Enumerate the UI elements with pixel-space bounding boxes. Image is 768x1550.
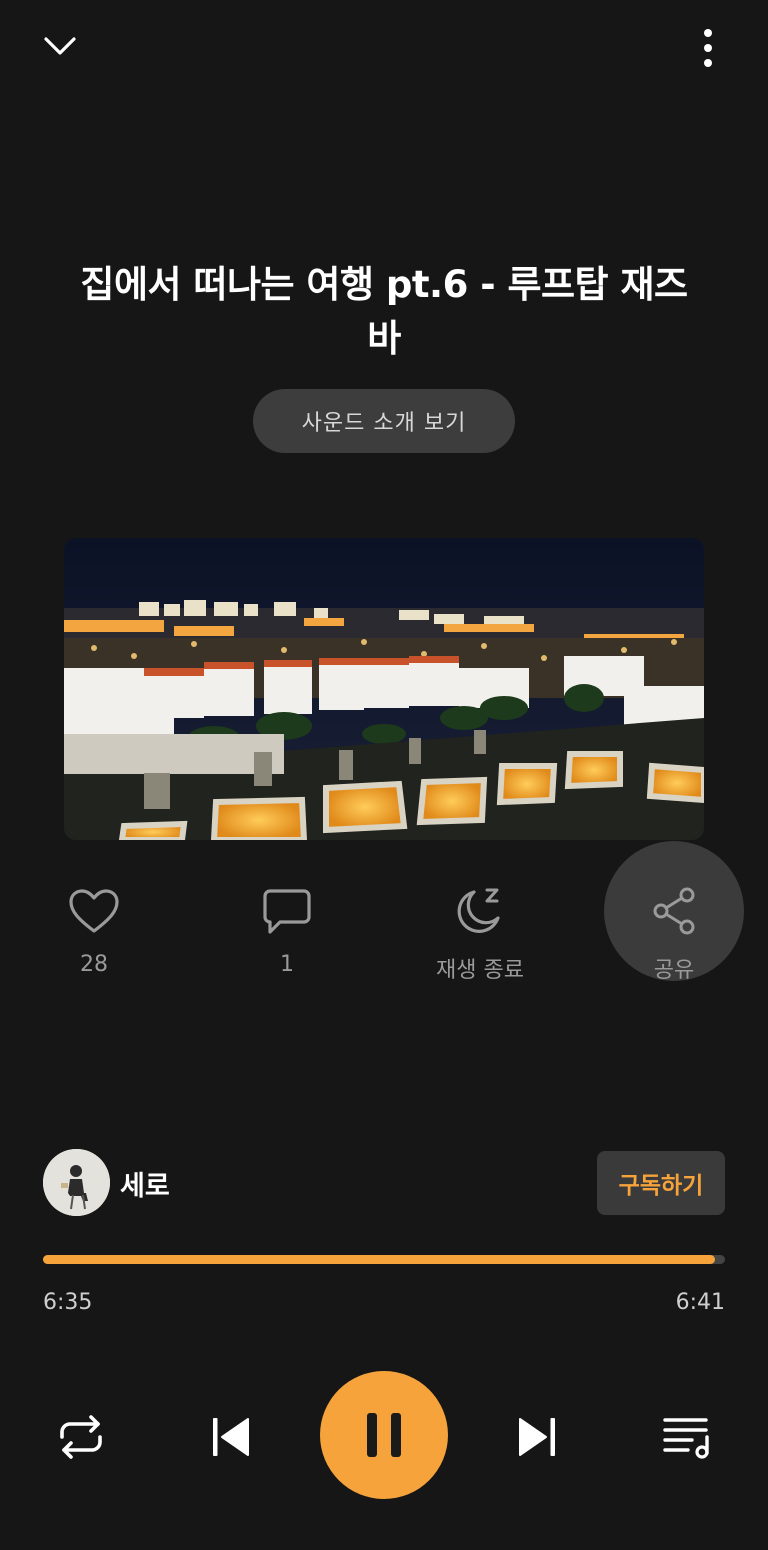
sleep-timer-button[interactable]: 재생 종료 [410, 880, 550, 984]
pause-button[interactable] [320, 1371, 448, 1499]
previous-button[interactable] [196, 1402, 266, 1472]
share-button[interactable]: 공유 [604, 880, 744, 984]
avatar[interactable] [43, 1149, 110, 1216]
comment-button[interactable]: 1 [217, 880, 357, 977]
progress-fill [43, 1255, 715, 1264]
next-button[interactable] [502, 1402, 572, 1472]
like-button[interactable]: 28 [24, 880, 164, 977]
more-vertical-icon [704, 29, 712, 67]
skip-next-icon [519, 1418, 555, 1456]
comment-count: 1 [280, 952, 294, 977]
sleep-timer-label: 재생 종료 [436, 958, 524, 983]
chevron-down-icon [44, 37, 76, 55]
night-city-rooftop-image [64, 538, 704, 840]
share-icon [653, 887, 695, 935]
current-time: 6:35 [43, 1290, 93, 1315]
share-label: 공유 [653, 958, 695, 983]
playlist-icon [663, 1418, 709, 1459]
total-time: 6:41 [675, 1290, 725, 1315]
pause-icon [367, 1413, 401, 1457]
progress-bar[interactable] [43, 1255, 725, 1264]
comment-icon [263, 889, 311, 934]
skip-previous-icon [213, 1418, 249, 1456]
channel-name[interactable]: 세로 [120, 1164, 170, 1203]
playlist-button[interactable] [652, 1402, 722, 1472]
sound-intro-button[interactable]: 사운드 소개 보기 [253, 389, 515, 453]
collapse-button[interactable] [30, 20, 90, 72]
repeat-icon [60, 1415, 102, 1459]
subscribe-button[interactable]: 구독하기 [597, 1151, 725, 1215]
sound-title: 집에서 떠나는 여행 pt.6 - 루프탑 재즈바 [80, 263, 688, 360]
moon-icon [457, 888, 500, 933]
avatar-person-icon [43, 1149, 110, 1216]
like-count: 28 [80, 952, 108, 977]
more-options-button[interactable] [684, 20, 732, 76]
heart-icon [69, 889, 119, 933]
repeat-button[interactable] [46, 1402, 116, 1472]
cover-image [64, 538, 704, 840]
